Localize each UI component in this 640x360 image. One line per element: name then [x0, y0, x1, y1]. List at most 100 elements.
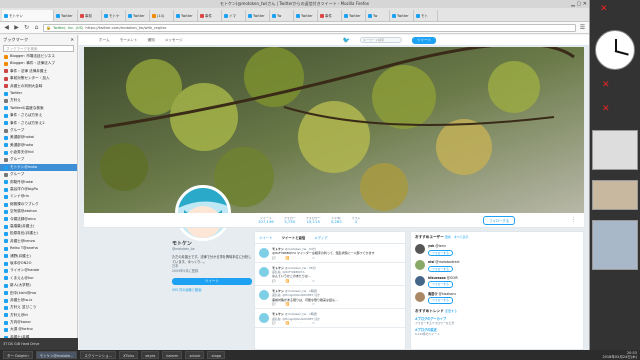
browser-tab[interactable]: イマ: [222, 10, 246, 21]
reply-icon[interactable]: 💬: [272, 302, 276, 306]
browser-tab[interactable]: Tw: [366, 10, 390, 21]
browser-tab[interactable]: 事件: [318, 10, 342, 21]
bookmark-item[interactable]: 事件・さらば方針え2: [0, 120, 77, 127]
taskbar-item[interactable]: kalarm: [162, 351, 183, 359]
bookmark-item[interactable]: 空気感@atohon: [0, 208, 77, 215]
tweet-author[interactable]: モトケン: [272, 312, 284, 316]
taskbar-item[interactable]: モトケン@motoke...: [35, 351, 78, 359]
nav-moments[interactable]: モーメント: [120, 38, 138, 43]
sidebar-title[interactable]: ブックマーク: [3, 35, 28, 44]
tweet-to-button[interactable]: ツイート: [172, 277, 252, 285]
tweet-item[interactable]: モトケン @motoken_tw · 54分 @ItoFYRRBQI7A マインダ…: [255, 244, 405, 263]
dm-icon[interactable]: ✉: [312, 302, 315, 306]
bookmark-item[interactable]: 弁護士@kenzo: [0, 238, 77, 245]
profile-stat[interactable]: いいね 5,283: [331, 216, 342, 224]
suggested-follow-button[interactable]: フォローする: [428, 281, 453, 288]
bookmark-item[interactable]: 小倉秀夫@hid: [0, 149, 77, 156]
desktop-thumbnail-1[interactable]: [592, 130, 638, 170]
bookmark-item[interactable]: 大須 @fortno: [0, 326, 77, 333]
bookmark-item[interactable]: 坂本@ON2O: [0, 260, 77, 267]
suggested-follow-button[interactable]: フォローする: [428, 297, 453, 304]
bookmark-item[interactable]: Twitter: [0, 90, 77, 97]
taskbar-clock[interactable]: 20:53 2018年05月24日(木): [602, 351, 637, 359]
bookmark-item[interactable]: 方針え@kt: [0, 312, 77, 319]
bookmark-item[interactable]: Reiko T@aneha: [0, 245, 77, 252]
bookmark-item[interactable]: くまえん@kur: [0, 275, 77, 282]
tweet-avatar[interactable]: [259, 290, 269, 301]
browser-tab[interactable]: モトケン: [2, 10, 54, 21]
bookmark-item[interactable]: ミンナ@rin: [0, 193, 77, 200]
browser-tab[interactable]: Twitter: [54, 10, 78, 21]
more-options-icon[interactable]: ⋮: [571, 217, 576, 223]
bookmark-item[interactable]: 弁護士@to-iz: [0, 297, 77, 304]
bookmark-item[interactable]: ライオン@haroie: [0, 267, 77, 274]
media-count-link[interactable]: 595 件の画像と動画: [172, 288, 252, 293]
taskbar-item[interactable]: xeyes: [141, 351, 160, 359]
suggested-follow-button[interactable]: フォローする: [428, 249, 453, 257]
nav-messages[interactable]: メッセージ: [165, 38, 183, 43]
tweet-item[interactable]: モトケン @motoken_tw · 56分 返信先: @ItoFYRRBQI7A…: [255, 263, 405, 287]
suggested-user-name[interactable]: yok @tenn: [428, 244, 453, 248]
suggested-user-avatar[interactable]: [415, 260, 425, 271]
bookmark-item[interactable]: 総務課のワプレク: [0, 201, 77, 208]
trend-item[interactable]: #ブログの設定 5,112件のツイート: [411, 327, 583, 338]
suggested-user-name[interactable]: 鳥居@ @hisakazu: [428, 292, 456, 296]
bookmark-item[interactable]: 事件・法律 法律弁護士: [0, 68, 77, 75]
nav-notifications[interactable]: 通知: [148, 38, 155, 43]
suggested-user-avatar[interactable]: [415, 276, 425, 287]
like-icon[interactable]: ♡: [300, 256, 303, 260]
dm-icon[interactable]: ✉: [312, 256, 315, 260]
suggested-user[interactable]: hikurasoo @SOIR フォローする: [411, 274, 583, 290]
browser-tab[interactable]: 事件: [198, 10, 222, 21]
like-icon[interactable]: ♡: [300, 321, 303, 325]
window-controls[interactable]: ▁ ▢ ✕: [571, 0, 587, 8]
retweet-icon[interactable]: 🔁: [286, 302, 290, 306]
browser-tab[interactable]: Twitter: [342, 10, 366, 21]
suggestions-refresh-link[interactable]: 更新 · すべて表示: [445, 235, 469, 239]
timeline-tab[interactable]: ツイートと返信: [282, 235, 306, 240]
suggested-user-name[interactable]: hikurasoo @SOIR: [428, 276, 458, 280]
suggested-user[interactable]: yok @tenn フォローする: [411, 242, 583, 258]
dm-icon[interactable]: ✉: [312, 279, 315, 283]
taskbar-item[interactable]: ター Dolphin: [3, 351, 33, 359]
profile-stat[interactable]: リスト 2: [352, 216, 361, 224]
suggested-user-avatar[interactable]: [415, 291, 425, 302]
retweet-icon[interactable]: 🔁: [286, 279, 290, 283]
bookmark-item[interactable]: グループ: [0, 156, 77, 163]
bookmark-item[interactable]: 田中(kishi@ma: [0, 290, 77, 297]
profile-stat[interactable]: ツイート 107,136: [258, 216, 274, 224]
follow-button[interactable]: フォローする: [483, 215, 515, 225]
bookmark-item[interactable]: 美濃部@hokai: [0, 134, 77, 141]
timeline-tab[interactable]: メディア: [314, 235, 327, 240]
profile-stat[interactable]: フォロワー 19,115: [306, 216, 321, 224]
bookmark-item[interactable]: 事前対策センター・加入: [0, 75, 77, 82]
tweet-item[interactable]: モトケン @motoken_tw · 1時間 返信先: @8ringzQOzuSO…: [255, 286, 405, 310]
bookmark-item[interactable]: 今寝法師@oino: [0, 216, 77, 223]
browser-tab[interactable]: (14): [150, 10, 174, 21]
url-bar[interactable]: 🔒 Twitter, Inc. (US) https://twitter.com…: [43, 23, 576, 32]
bookmark-item[interactable]: グループ: [0, 127, 77, 134]
bookmark-search-input[interactable]: ブックマークを検索: [3, 45, 74, 52]
profile-stat[interactable]: フォロー 3,730: [284, 216, 296, 224]
bookmark-item[interactable]: 新人(大学院): [0, 282, 77, 289]
desktop-thumbnail-2[interactable]: [592, 180, 638, 210]
desktop-thumbnail-3[interactable]: [592, 220, 638, 270]
tweet-item[interactable]: モトケン @motoken_tw · 1時間 返信先: @8ringzQOzuSO…: [255, 309, 405, 329]
timeline-tab[interactable]: ツイート: [259, 235, 273, 240]
retweet-icon[interactable]: 🔁: [286, 256, 290, 260]
reply-icon[interactable]: 💬: [272, 279, 276, 283]
tweet-button[interactable]: ツイート: [412, 36, 437, 44]
browser-tab[interactable]: Tw: [270, 10, 294, 21]
home-icon[interactable]: ⌂: [33, 24, 40, 31]
suggested-user-name[interactable]: nisi @motokodirect: [428, 260, 460, 264]
bookmark-item[interactable]: 弥勒丹@hoke: [0, 179, 77, 186]
browser-tab[interactable]: Twitter: [174, 10, 198, 21]
bookmark-item[interactable]: 高橋葉(弁護士): [0, 223, 77, 230]
like-icon[interactable]: ♡: [300, 279, 303, 283]
bookmark-item[interactable]: 浦野(弁護士): [0, 253, 77, 260]
trend-item[interactable]: #ブログのアーカイブ フォローするフォロワーなどが: [411, 316, 583, 327]
tweet-avatar[interactable]: [259, 266, 269, 277]
bookmark-item[interactable]: グループ: [0, 171, 77, 178]
twitter-search-input[interactable]: キーワード検索: [360, 37, 403, 43]
tweet-avatar[interactable]: [259, 248, 269, 258]
